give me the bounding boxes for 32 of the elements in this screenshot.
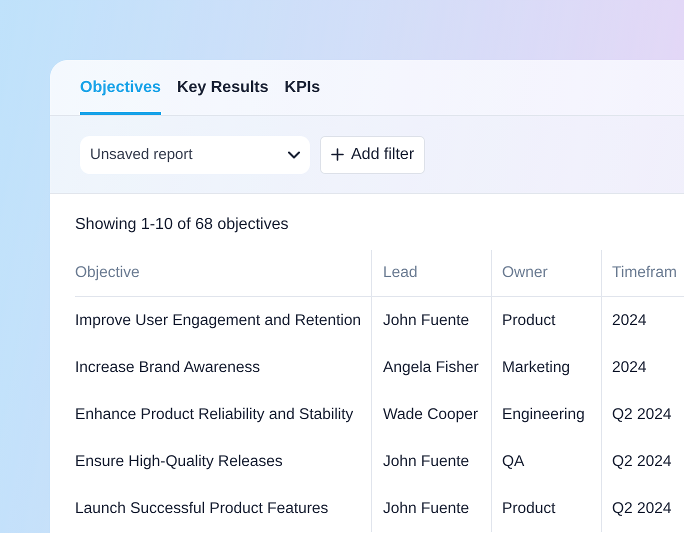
chevron-down-icon xyxy=(288,150,300,158)
tab[interactable]: Key Results xyxy=(176,79,269,115)
table-cell: QA xyxy=(491,438,601,485)
table-cell-text: Launch Successful Product Features xyxy=(75,498,330,518)
tab[interactable]: KPIs xyxy=(284,79,320,115)
table-cell: Engineering xyxy=(491,391,601,438)
table-cell-text: Ensure High-Quality Releases xyxy=(75,452,284,472)
table-cell: John Fuente xyxy=(371,297,491,344)
table-cell: Product xyxy=(491,297,601,344)
table-cell: Angela Fisher xyxy=(371,344,491,391)
column-header: Timefram xyxy=(601,250,684,297)
plus-icon xyxy=(331,148,344,161)
table-cell: John Fuente xyxy=(371,438,491,485)
table-cell-text: Enhance Product Reliability and Stability xyxy=(75,404,354,424)
table-cell-text: Improve User Engagement and Retention xyxy=(75,310,362,330)
column-header: Objective xyxy=(75,250,371,297)
results-summary: Showing 1-10 of 68 objectives xyxy=(75,216,290,235)
table-cell: 2024 xyxy=(601,344,684,391)
table-cell: Q2 2024 xyxy=(601,438,684,485)
column-header: Lead xyxy=(371,250,491,297)
table-cell: Product xyxy=(491,485,601,532)
table-cell: 2024 xyxy=(601,297,684,344)
table-cell: Marketing xyxy=(491,344,601,391)
add-filter-button[interactable]: Add filter xyxy=(320,136,426,174)
select-value: Unsaved report xyxy=(90,146,193,163)
report-select[interactable]: Unsaved report xyxy=(80,136,310,174)
column-header: Owner xyxy=(491,250,601,297)
table-cell: John Fuente xyxy=(371,485,491,532)
table-cell: Q2 2024 xyxy=(601,391,684,438)
table-cell: Wade Cooper xyxy=(371,391,491,438)
table-cell-text: Increase Brand Awareness xyxy=(75,358,261,378)
table-cell: Q2 2024 xyxy=(601,485,684,532)
